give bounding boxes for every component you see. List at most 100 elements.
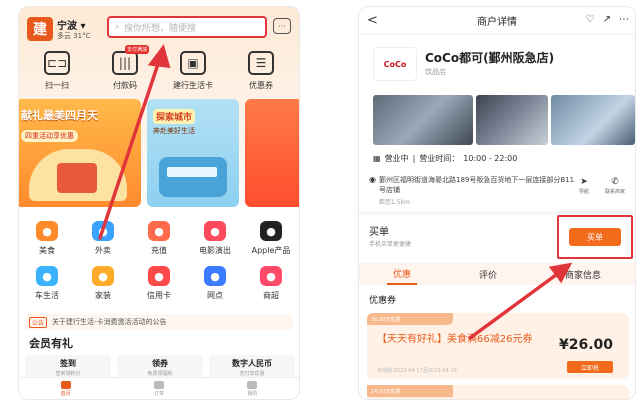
search-input[interactable]: ⌕ 搜你所想，随便搜 xyxy=(107,16,267,38)
service-recharge[interactable]: ● 充值 xyxy=(133,221,185,256)
recharge-icon: ● xyxy=(148,221,170,241)
tab-home[interactable]: 首页 xyxy=(60,380,71,397)
service-label: 美食 xyxy=(39,246,55,255)
service-movie[interactable]: ● 电影演出 xyxy=(189,221,241,256)
member-card-coupon[interactable]: 领券 免费领福利 xyxy=(117,355,203,379)
credit-card-icon: ● xyxy=(148,266,170,286)
tab-label: 首页 xyxy=(60,390,71,397)
pay-bill-button[interactable]: 买单 xyxy=(569,228,621,246)
member-card-sub: 支付享优惠 xyxy=(239,370,265,377)
share-icon[interactable]: ↗ xyxy=(603,14,611,25)
scan-icon: ⊏⊐ xyxy=(44,51,70,75)
quick-label: 扫一扫 xyxy=(45,81,69,90)
service-label: 商超 xyxy=(263,291,279,300)
notice-text: 关于建行生活-卡消费激活活动的公告 xyxy=(52,318,167,326)
tab-offers[interactable]: 优惠 xyxy=(386,263,417,285)
service-branch[interactable]: ● 网点 xyxy=(189,266,241,301)
member-section-title: 会员有礼 xyxy=(29,337,73,350)
banner-next[interactable] xyxy=(245,99,299,207)
quick-label: 建行生活卡 xyxy=(173,81,213,90)
life-card-icon: ▣ xyxy=(180,51,206,75)
coupon-card[interactable]: 26.00元优惠 【天天有好礼】美食满66减26元券 有效期:2023-04-1… xyxy=(367,313,629,379)
profile-tab-icon xyxy=(247,380,258,389)
service-label: 车生活 xyxy=(35,291,59,300)
apple-icon: ● xyxy=(260,221,282,241)
merchant-category: 饮品店 xyxy=(425,68,446,76)
coupon-card[interactable]: 14.00元优惠 xyxy=(367,385,629,399)
quick-coupon[interactable]: ☰ 优惠券 xyxy=(231,51,291,91)
quick-life-card[interactable]: ▣ 建行生活卡 xyxy=(163,51,223,91)
service-food[interactable]: ● 美食 xyxy=(21,221,73,256)
service-car[interactable]: ● 车生活 xyxy=(21,266,73,301)
notice-bar[interactable]: 公告 关于建行生活-卡消费激活活动的公告 xyxy=(25,314,293,330)
bus-illustration xyxy=(159,157,227,197)
merchant-address: 鄞州区福明街道海晏北路189号阪急百货地下一层连接部分B11号店铺 xyxy=(379,176,575,194)
member-card-ecny[interactable]: 数字人民币 支付享优惠 xyxy=(209,355,295,379)
quick-label: 优惠券 xyxy=(249,81,273,90)
member-card-title: 签到 xyxy=(60,358,76,368)
merchant-distance: 距您1.5km xyxy=(379,199,410,206)
coupon-discount-tag: 14.00元优惠 xyxy=(367,385,453,397)
more-icon[interactable]: ⋯ xyxy=(619,14,629,25)
service-home[interactable]: ● 家装 xyxy=(77,266,129,301)
cart-icon: ● xyxy=(260,266,282,286)
service-label: 信用卡 xyxy=(147,291,171,300)
store-photo[interactable] xyxy=(551,95,635,145)
grab-coupon-button[interactable]: 立即抢 xyxy=(567,361,613,373)
quick-label: 付款码 xyxy=(113,81,137,90)
call-merchant-button[interactable]: ✆ 联系商家 xyxy=(605,177,625,195)
gift-box-illustration xyxy=(57,163,97,193)
quick-scan[interactable]: ⊏⊐ 扫一扫 xyxy=(27,51,87,91)
banner-title: 献礼最美四月天 xyxy=(21,109,98,122)
merchant-header: < 商户详情 ♡ ↗ ⋯ xyxy=(359,7,635,35)
service-grid: ● 美食 ● 外卖 ● 充值 ● 电影演出 ● Apple产品 ● 车生活 ● 家装 ● 信用卡 ● 网点 ● 商超 xyxy=(19,221,299,311)
merchant-logo: CoCo xyxy=(373,47,417,81)
tab-mine[interactable]: 我的 xyxy=(247,380,258,397)
service-apple[interactable]: ● Apple产品 xyxy=(245,221,297,256)
banner-carousel[interactable]: 献礼最美四月天 四重活动享优惠 探索城市 奔赴美好生活 xyxy=(19,99,299,209)
branch-icon: ● xyxy=(204,266,226,286)
quick-pay-code[interactable]: 支付满减 ||| 付款码 xyxy=(95,45,155,91)
address-block: ◉ 鄞州区福明街道海晏北路189号阪急百货地下一层连接部分B11号店铺 距您1.… xyxy=(367,173,629,207)
pay-code-icon: ||| xyxy=(112,51,138,75)
store-photo[interactable] xyxy=(476,95,548,145)
screenshot-stage: 建 宁波 ▾ 多云 31°C ⌕ 搜你所想，随便搜 ··· ⊏⊐ 扫一扫 支付满… xyxy=(0,0,641,400)
service-credit-card[interactable]: ● 信用卡 xyxy=(133,266,185,301)
action-label: 联系商家 xyxy=(605,189,626,195)
coupon-name: 【天天有好礼】美食满66减26元券 xyxy=(377,334,533,345)
coupon-validity: 有效期:2023-04-17至2023-04-18 xyxy=(377,368,457,374)
service-row: ● 车生活 ● 家装 ● 信用卡 ● 网点 ● 商超 xyxy=(19,266,299,301)
member-card-title: 领券 xyxy=(152,358,168,368)
store-photo[interactable] xyxy=(373,95,473,145)
search-placeholder: 搜你所想，随便搜 xyxy=(124,23,197,34)
navigate-button[interactable]: ➤ 导航 xyxy=(579,177,589,195)
city-selector[interactable]: 宁波 ▾ xyxy=(57,17,86,32)
service-delivery[interactable]: ● 外卖 xyxy=(77,221,129,256)
tab-merchant-info[interactable]: 商家信息 xyxy=(559,263,607,285)
service-label: 网点 xyxy=(207,291,223,300)
banner-title: 探索城市 xyxy=(153,109,196,124)
message-icon[interactable]: ··· xyxy=(273,18,291,34)
banner-city[interactable]: 探索城市 奔赴美好生活 xyxy=(147,99,239,207)
tab-reviews[interactable]: 评价 xyxy=(473,263,503,285)
service-label: 充值 xyxy=(151,246,167,255)
home-icon: ● xyxy=(92,266,114,286)
member-card-checkin[interactable]: 签到 签到领积分 xyxy=(25,355,111,379)
back-icon[interactable]: < xyxy=(367,13,378,28)
delivery-icon: ● xyxy=(92,221,114,241)
service-label: 外卖 xyxy=(95,246,111,255)
merchant-photos[interactable] xyxy=(373,95,635,145)
banner-spring[interactable]: 献礼最美四月天 四重活动享优惠 xyxy=(19,99,141,207)
weather-text: 多云 31°C xyxy=(57,32,91,40)
merchant-tabs: 优惠 评价 商家信息 xyxy=(359,263,635,285)
pay-bill-subtitle: 手机买单更便捷 xyxy=(369,241,412,248)
food-icon: ● xyxy=(36,221,58,241)
divider: | xyxy=(412,154,416,163)
tab-orders[interactable]: 订单 xyxy=(153,380,164,397)
favorite-icon[interactable]: ♡ xyxy=(586,14,595,25)
service-cart[interactable]: ● 商超 xyxy=(245,266,297,301)
header-actions: ♡ ↗ ⋯ xyxy=(586,14,629,25)
action-label: 导航 xyxy=(579,189,590,195)
tab-label: 订单 xyxy=(153,390,164,397)
coupon-price: ¥26.00 xyxy=(558,337,613,353)
